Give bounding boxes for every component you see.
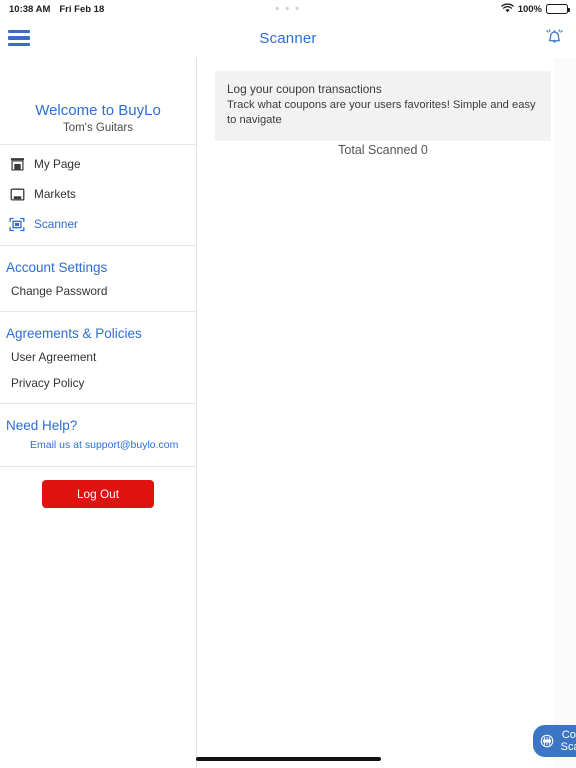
info-card-description: Track what coupons are your users favori… [227, 99, 536, 126]
store-icon [9, 156, 25, 172]
barcode-scan-icon [9, 216, 25, 232]
sidebar-account-settings-group: Account Settings Change Password [0, 246, 196, 312]
app-root: 10:38 AM Fri Feb 18 • • • 100% Scanner W… [0, 0, 576, 768]
status-center-dots: • • • [275, 3, 301, 15]
status-bar-right: 100% [500, 2, 570, 16]
sidebar-primary-nav: My Page Markets Scanner [0, 145, 196, 246]
sidebar-item-scanner[interactable]: Scanner [0, 209, 196, 239]
store-name: Tom's Guitars [63, 122, 133, 134]
status-time: 10:38 AM [9, 3, 51, 15]
sidebar-item-change-password[interactable]: Change Password [0, 279, 196, 305]
sidebar-item-markets[interactable]: Markets [0, 179, 196, 209]
account-settings-heading: Account Settings [6, 260, 108, 275]
coupon-scanner-button[interactable]: Coupon Scanner [533, 725, 576, 757]
sidebar-help-group: Need Help? Email us at support@buylo.com [0, 404, 196, 467]
welcome-title: Welcome to BuyLo [35, 102, 161, 119]
sidebar: Welcome to BuyLo Tom's Guitars My Page M… [0, 58, 197, 768]
sidebar-item-user-agreement[interactable]: User Agreement [0, 345, 196, 371]
sidebar-agreements-group: Agreements & Policies User Agreement Pri… [0, 312, 196, 404]
status-bar: 10:38 AM Fri Feb 18 • • • 100% [0, 0, 576, 18]
agreements-heading: Agreements & Policies [6, 326, 142, 341]
coupon-scan-icon [540, 734, 554, 749]
sidebar-item-label: Scanner [34, 217, 78, 231]
right-rail-background [554, 58, 576, 768]
hamburger-menu-icon[interactable] [8, 27, 34, 49]
sidebar-welcome-block: Welcome to BuyLo Tom's Guitars [0, 58, 196, 145]
sidebar-item-label: Markets [34, 187, 76, 201]
total-scanned-label: Total Scanned 0 [338, 143, 428, 157]
main-content: Log your coupon transactions Track what … [197, 58, 576, 768]
info-card-title: Log your coupon transactions [227, 82, 382, 96]
status-date: Fri Feb 18 [59, 3, 105, 15]
sidebar-item-privacy-policy[interactable]: Privacy Policy [0, 371, 196, 397]
wifi-icon [500, 2, 514, 16]
support-email-link[interactable]: Email us at support@buylo.com [0, 437, 196, 460]
sidebar-item-my-page[interactable]: My Page [0, 149, 196, 179]
info-card: Log your coupon transactions Track what … [215, 71, 551, 141]
body-layout: Welcome to BuyLo Tom's Guitars My Page M… [0, 58, 576, 768]
status-bar-left: 10:38 AM Fri Feb 18 [9, 4, 104, 15]
content-column: Log your coupon transactions Track what … [197, 58, 554, 768]
need-help-heading: Need Help? [6, 418, 78, 433]
battery-percent-label: 100% [517, 3, 542, 15]
market-stall-icon [9, 186, 25, 202]
top-navigation-bar: Scanner [0, 18, 576, 58]
notification-bell-icon[interactable] [542, 26, 566, 50]
logout-container: Log Out [0, 467, 196, 522]
sidebar-item-label: My Page [34, 157, 81, 171]
home-indicator [196, 757, 381, 761]
coupon-scanner-label: Coupon Scanner [560, 729, 576, 753]
page-title: Scanner [259, 29, 317, 47]
logout-button[interactable]: Log Out [42, 480, 154, 508]
battery-full-icon [546, 4, 570, 14]
